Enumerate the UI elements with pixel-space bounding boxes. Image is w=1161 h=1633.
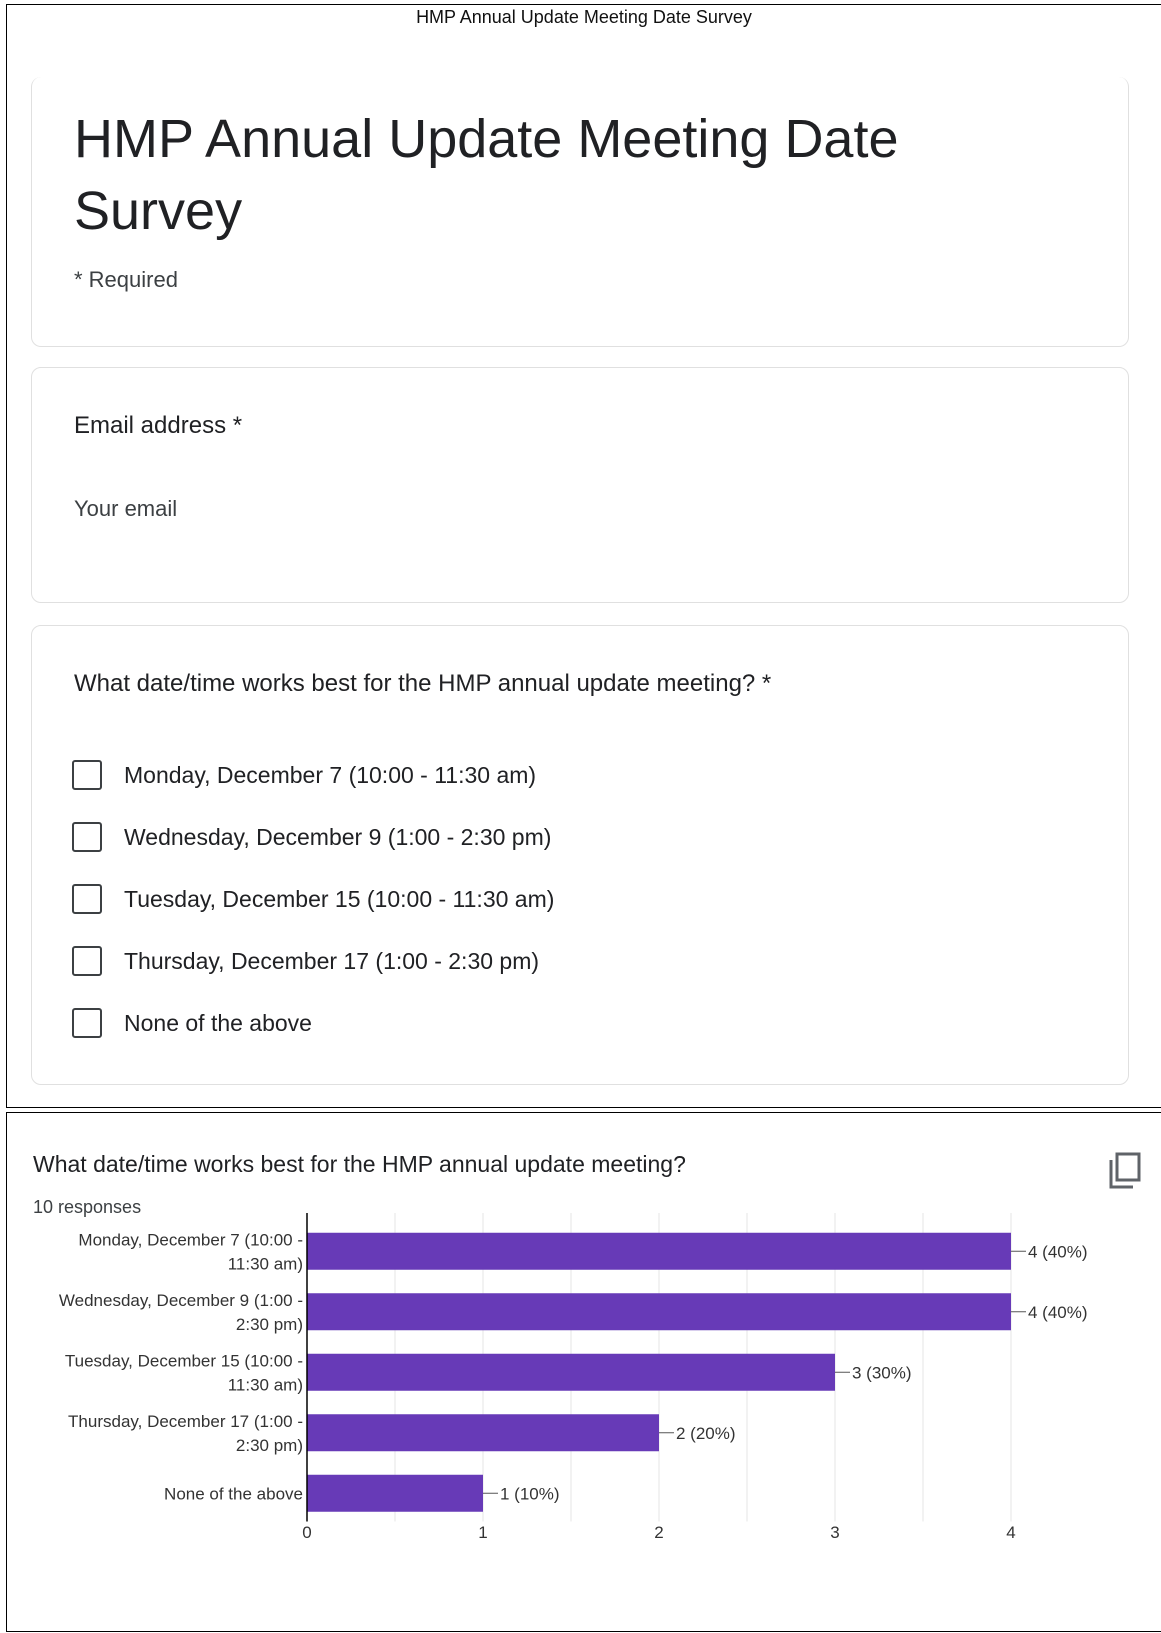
x-tick-label: 4 xyxy=(1006,1523,1015,1542)
form-header-card: HMP Annual Update Meeting Date Survey * … xyxy=(31,77,1129,347)
checkbox[interactable] xyxy=(72,946,102,976)
option-none-of-the-above[interactable]: None of the above xyxy=(72,992,554,1054)
bar xyxy=(307,1474,483,1512)
date-question-title: What date/time works best for the HMP an… xyxy=(74,670,772,697)
email-question-card: Email address * xyxy=(31,367,1129,603)
option-label: Monday, December 7 (10:00 - 11:30 am) xyxy=(124,761,537,788)
x-tick-label: 3 xyxy=(830,1523,839,1542)
category-label: Thursday, December 17 (1:00 - xyxy=(68,1412,303,1431)
form-title: HMP Annual Update Meeting Date Survey xyxy=(74,109,899,241)
responses-bar-chart: 4 (40%) Monday, December 7 (10:00 - 11:30 … xyxy=(59,1213,1088,1542)
data-label: 2 (20%) xyxy=(676,1424,736,1443)
date-question-card: What date/time works best for the HMP an… xyxy=(31,625,1129,1085)
category-label: 2:30 pm) xyxy=(236,1315,303,1334)
copy-icon[interactable] xyxy=(1107,1151,1143,1191)
results-panel: What date/time works best for the HMP an… xyxy=(6,1112,1161,1632)
checkbox[interactable] xyxy=(72,760,102,790)
option-list: Monday, December 7 (10:00 - 11:30 am) We… xyxy=(72,744,554,1054)
email-field[interactable] xyxy=(74,492,634,526)
x-tick-label: 2 xyxy=(654,1523,663,1542)
bar xyxy=(307,1232,1011,1270)
checkbox[interactable] xyxy=(72,884,102,914)
category-label: 11:30 am) xyxy=(228,1254,303,1273)
option-thursday-dec-17[interactable]: Thursday, December 17 (1:00 - 2:30 pm) xyxy=(72,930,554,992)
bar xyxy=(307,1293,1011,1331)
bar xyxy=(307,1414,659,1452)
category-label: Monday, December 7 (10:00 - xyxy=(78,1230,303,1249)
data-label: 4 (40%) xyxy=(1028,1303,1088,1322)
x-tick-label: 0 xyxy=(302,1523,311,1542)
form-panel: HMP Annual Update Meeting Date Survey HM… xyxy=(6,4,1161,1108)
option-monday-dec-7[interactable]: Monday, December 7 (10:00 - 11:30 am) xyxy=(72,744,554,806)
option-label: Thursday, December 17 (1:00 - 2:30 pm) xyxy=(124,947,540,974)
data-label: 1 (10%) xyxy=(500,1484,560,1503)
option-tuesday-dec-15[interactable]: Tuesday, December 15 (10:00 - 11:30 am) xyxy=(72,868,554,930)
bar xyxy=(307,1353,835,1391)
option-label: Tuesday, December 15 (10:00 - 11:30 am) xyxy=(124,885,555,912)
category-label: Tuesday, December 15 (10:00 - xyxy=(65,1351,303,1370)
option-label: None of the above xyxy=(124,1009,312,1036)
category-label: None of the above xyxy=(164,1484,303,1503)
option-wednesday-dec-9[interactable]: Wednesday, December 9 (1:00 - 2:30 pm) xyxy=(72,806,554,868)
category-label: 11:30 am) xyxy=(228,1375,303,1394)
required-note: * Required xyxy=(74,267,178,292)
email-question-title: Email address * xyxy=(74,412,243,439)
option-label: Wednesday, December 9 (1:00 - 2:30 pm) xyxy=(124,823,552,850)
category-label: 2:30 pm) xyxy=(236,1436,303,1455)
checkbox[interactable] xyxy=(72,822,102,852)
category-label: Wednesday, December 9 (1:00 - xyxy=(59,1291,303,1310)
checkbox[interactable] xyxy=(72,1008,102,1038)
window-title: HMP Annual Update Meeting Date Survey xyxy=(416,7,752,27)
data-label: 4 (40%) xyxy=(1028,1242,1088,1261)
x-tick-label: 1 xyxy=(478,1523,487,1542)
data-label: 3 (30%) xyxy=(852,1363,912,1382)
